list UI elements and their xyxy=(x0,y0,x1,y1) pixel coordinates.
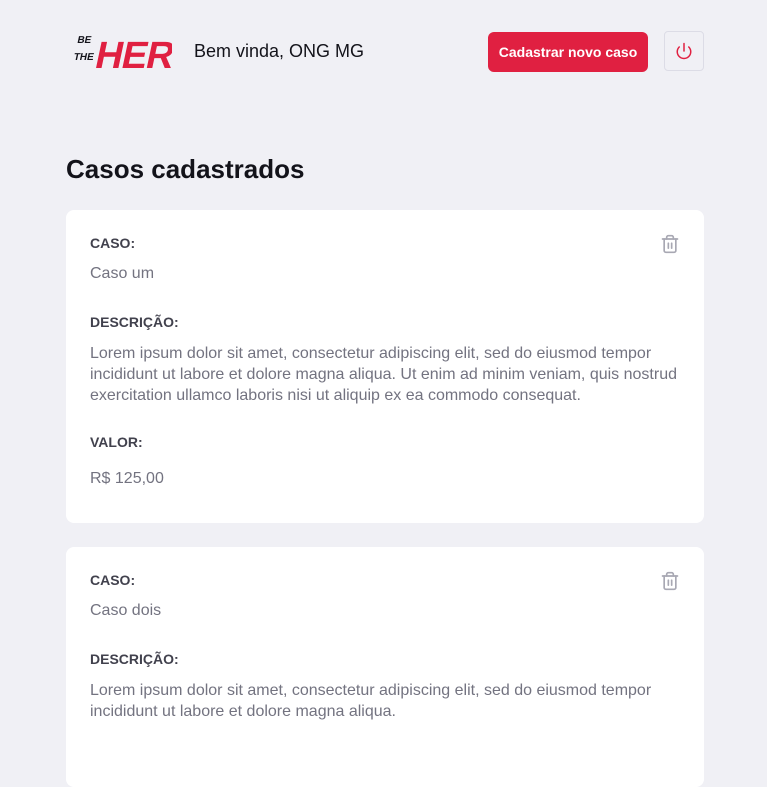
app-header: BE THE HERO Bem vinda, ONG MG Cadastrar … xyxy=(0,0,767,104)
delete-case-button[interactable] xyxy=(660,234,680,254)
logout-button[interactable] xyxy=(664,31,704,71)
case-card: CASO: Caso um DESCRIÇÃO: Lorem ipsum dol… xyxy=(66,210,704,523)
power-icon xyxy=(676,42,692,60)
svg-text:BE: BE xyxy=(76,35,92,46)
trash-icon xyxy=(661,571,679,591)
greeting-text: Bem vinda, ONG MG xyxy=(194,41,365,61)
register-new-case-button[interactable]: Cadastrar novo caso xyxy=(488,32,648,72)
description-label: DESCRIÇÃO: xyxy=(90,314,179,330)
case-value: R$ 125,00 xyxy=(90,470,164,487)
be-the-hero-logo: BE THE HERO xyxy=(73,34,172,74)
case-card: CASO: Caso dois DESCRIÇÃO: Lorem ipsum d… xyxy=(66,547,704,787)
value-label: VALOR: xyxy=(90,434,143,450)
svg-text:THE: THE xyxy=(73,52,96,63)
page-title: Casos cadastrados xyxy=(66,154,305,184)
delete-case-button[interactable] xyxy=(660,571,680,591)
case-label: CASO: xyxy=(90,235,136,251)
trash-icon xyxy=(661,234,679,254)
description-label: DESCRIÇÃO: xyxy=(90,651,179,667)
case-title: Caso dois xyxy=(90,602,162,619)
case-label: CASO: xyxy=(90,572,136,588)
case-title: Caso um xyxy=(90,265,155,282)
case-description: Lorem ipsum dolor sit amet, consectetur … xyxy=(90,345,677,404)
svg-text:HERO: HERO xyxy=(92,34,172,74)
case-description: Lorem ipsum dolor sit amet, consectetur … xyxy=(90,682,652,720)
